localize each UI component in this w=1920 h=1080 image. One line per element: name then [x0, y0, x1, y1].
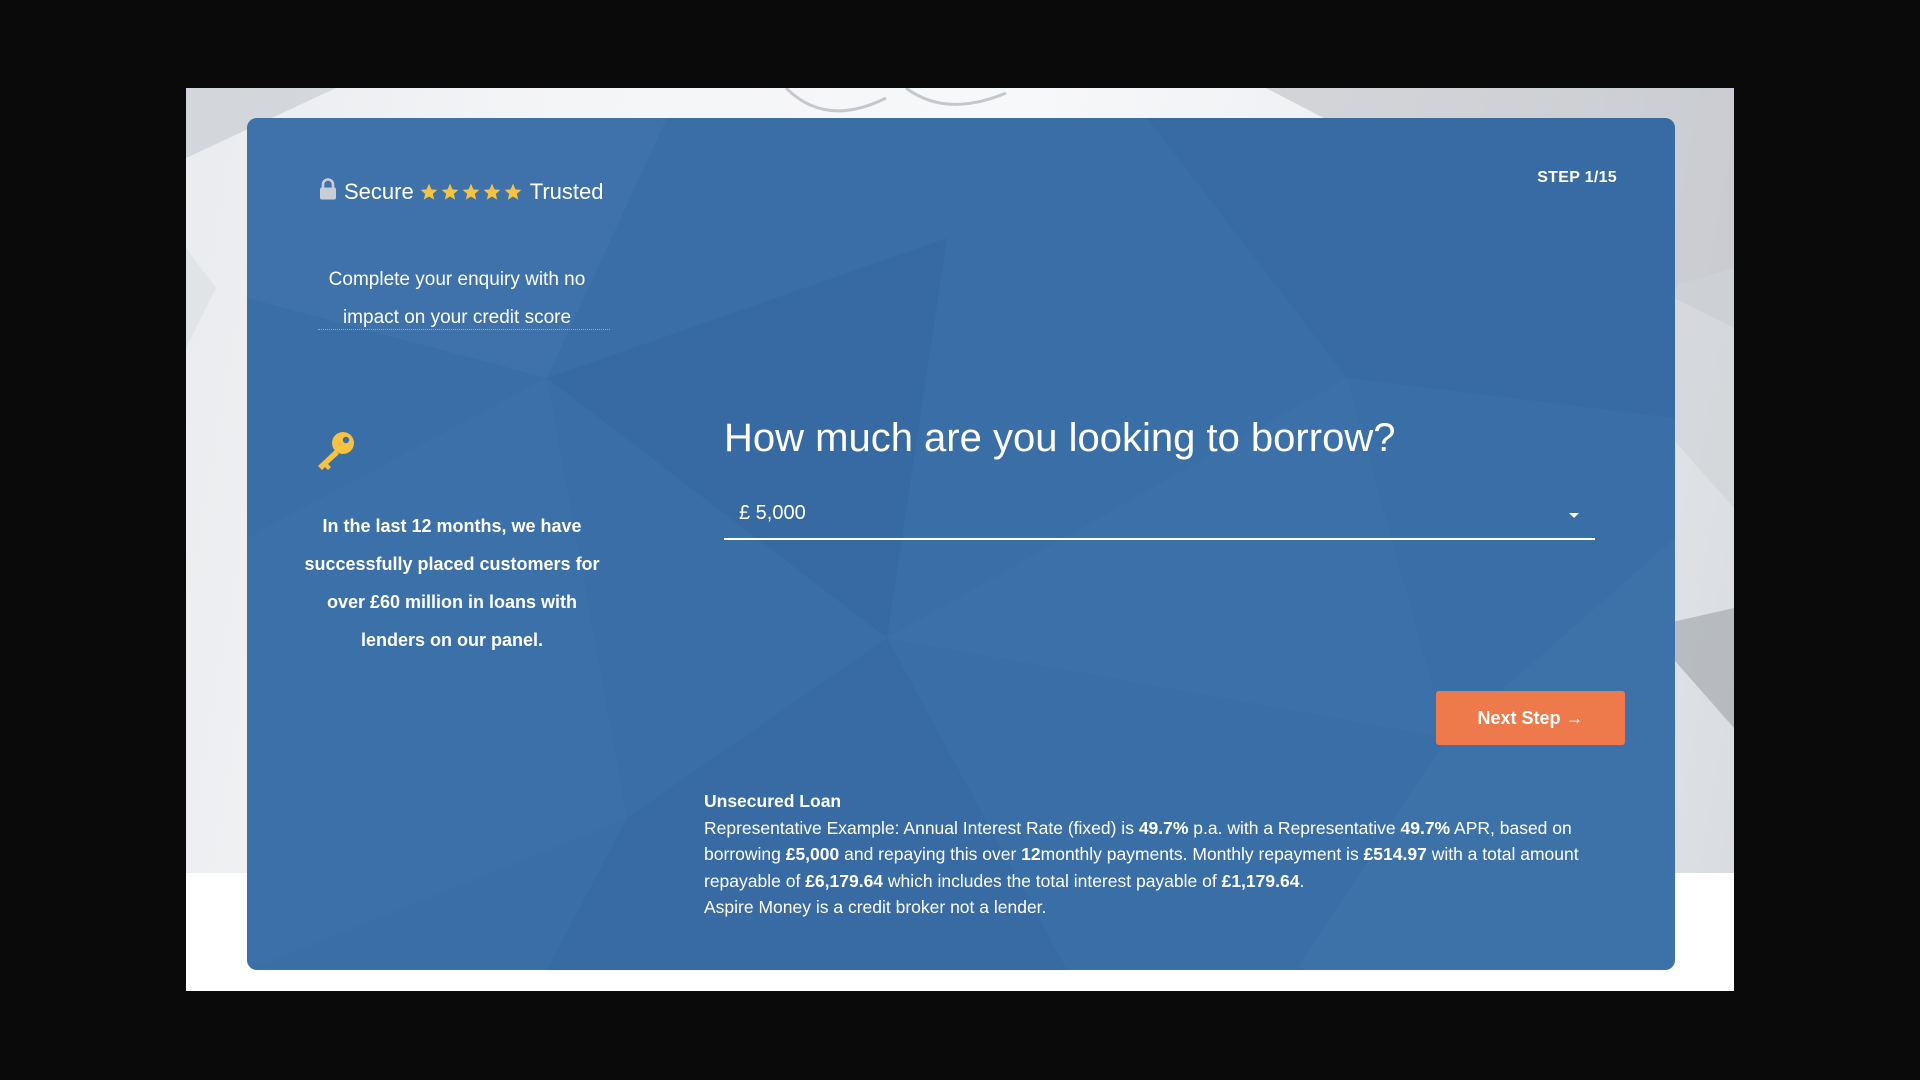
star-icon	[441, 183, 459, 200]
disclaimer-text: Representative Example: Annual Interest …	[704, 815, 1634, 895]
step-indicator: STEP 1/15	[1537, 169, 1617, 186]
total-repayable: £6,179.64	[805, 870, 884, 891]
disclaimer-heading: Unsecured Loan	[704, 791, 842, 811]
next-step-button[interactable]: Next Step →	[1436, 691, 1625, 745]
disclaimer-text-part: .	[1299, 870, 1305, 891]
rating-stars	[419, 182, 524, 202]
trusted-label: Trusted	[529, 179, 604, 204]
chevron-down-icon	[1569, 513, 1579, 518]
stat-text: In the last 12 months, we have successfu…	[304, 516, 600, 650]
monthly-repayment: £514.97	[1363, 844, 1427, 864]
enquiry-card: Secure Trusted Complete your enquiry wit…	[247, 118, 1675, 970]
intro-text: Complete your enquiry with no impact on …	[328, 269, 586, 328]
disclaimer-text-part: and repaying this over	[839, 844, 1022, 864]
browser-viewport: Secure Trusted Complete your enquiry wit…	[186, 88, 1734, 991]
total-interest: £1,179.64	[1221, 870, 1300, 891]
term-months: 12	[1021, 844, 1041, 864]
disclaimer-text-part: p.a. with a Representative	[1188, 817, 1401, 838]
broker-note: Aspire Money is a credit broker not a le…	[704, 897, 1047, 917]
lock-icon	[318, 178, 338, 206]
disclaimer-text-part: which includes the total interest payabl…	[883, 870, 1222, 891]
loan-amount-select[interactable]: £ 5,000	[724, 490, 1595, 540]
disclaimer-text-part: Representative Example: Annual Interest …	[704, 817, 1139, 838]
key-icon	[313, 430, 357, 475]
star-icon	[504, 183, 522, 200]
borrow-amount: £5,000	[785, 844, 840, 864]
star-icon	[462, 183, 480, 200]
interest-rate: 49.7%	[1138, 817, 1189, 838]
representative-example: Unsecured Loan Representative Example: A…	[704, 788, 1634, 921]
trust-badge: Secure Trusted	[318, 178, 604, 206]
star-icon	[420, 183, 438, 200]
secure-label: Secure	[344, 179, 414, 204]
disclaimer-text-part: monthly payments. Monthly repayment is	[1040, 844, 1364, 864]
star-icon	[483, 183, 501, 200]
page-title: How much are you looking to borrow?	[724, 416, 1396, 460]
apr-value: 49.7%	[1400, 817, 1451, 838]
selected-amount: £ 5,000	[739, 502, 806, 524]
divider	[318, 329, 610, 330]
